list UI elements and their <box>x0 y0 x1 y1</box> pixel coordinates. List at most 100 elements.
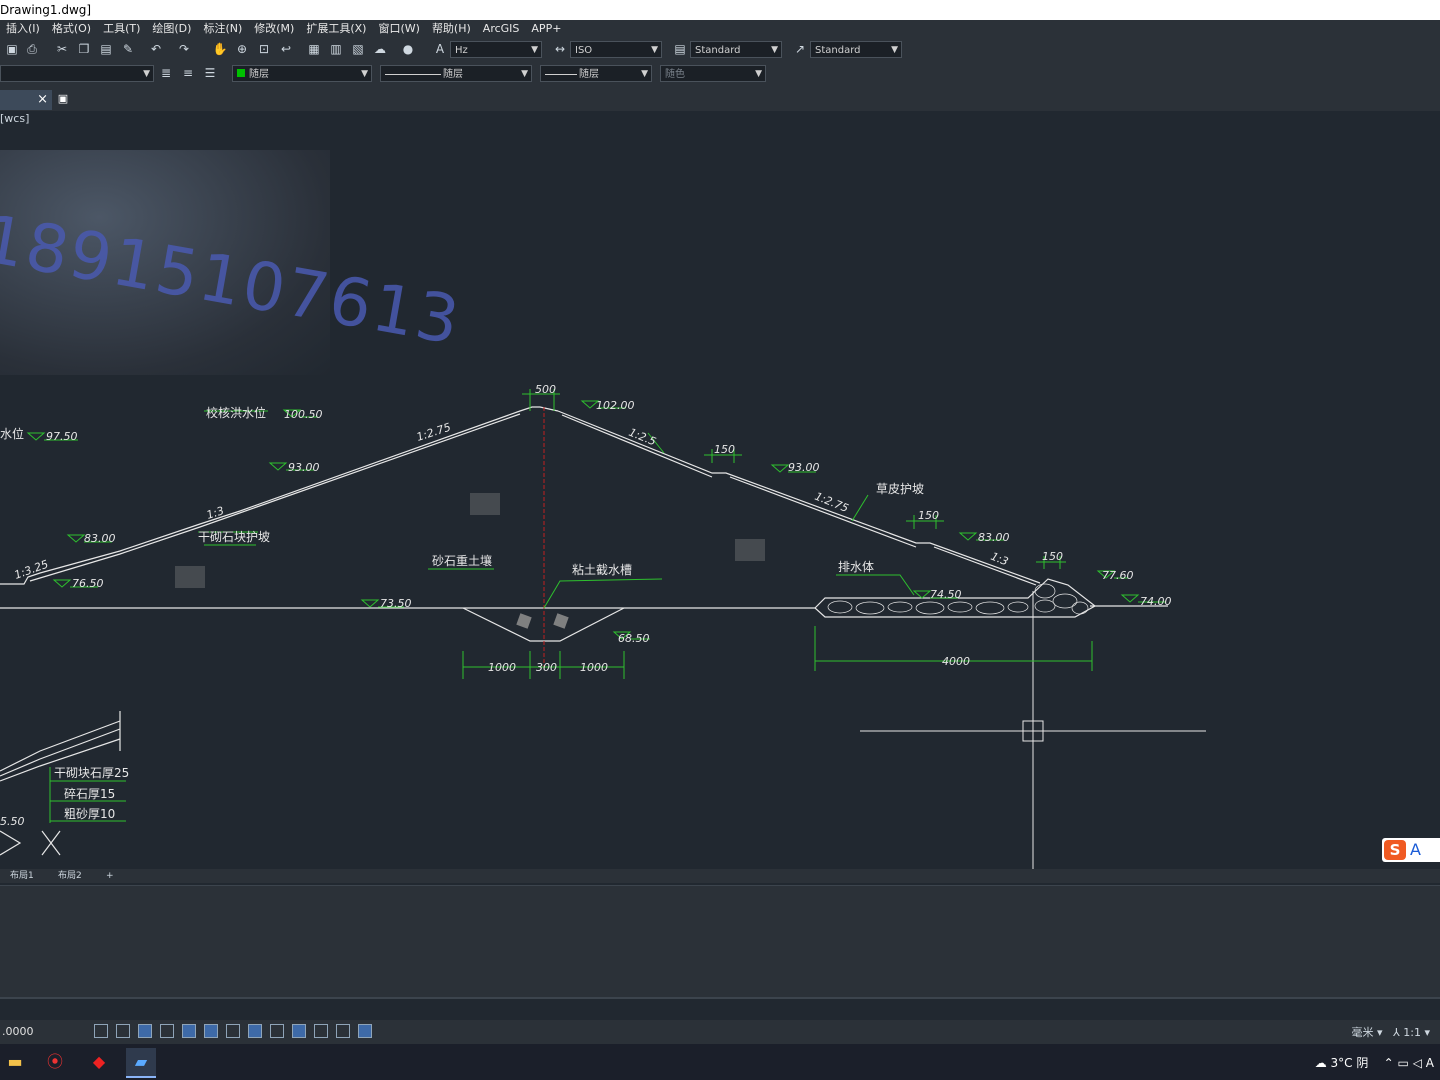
cut-icon[interactable]: ✂ <box>54 41 70 57</box>
dam-section-drawing[interactable]: 500 102.00 校核洪水位 100.50 水位 97.50 1:2.75 … <box>0 111 1440 869</box>
menu-dimension[interactable]: 标注(N) <box>197 20 248 38</box>
markup-icon[interactable]: ☁ <box>372 41 388 57</box>
text-style-icon: A <box>435 42 445 56</box>
label-drain-dim: 4000 <box>942 655 970 668</box>
ime-tray-label[interactable]: A <box>1426 1056 1434 1070</box>
menu-help[interactable]: 帮助(H) <box>426 20 477 38</box>
weather-readout[interactable]: 3°C 阴 <box>1331 1056 1369 1070</box>
chevron-down-icon: ▼ <box>143 69 150 79</box>
close-icon[interactable]: × <box>37 92 48 107</box>
core-hatch-2 <box>735 539 765 561</box>
layer-previous-icon[interactable]: ≣ <box>158 65 174 81</box>
layer-properties-icon[interactable]: ☰ <box>202 65 218 81</box>
menu-app[interactable]: APP+ <box>525 20 567 38</box>
file-explorer-icon[interactable]: ▬ <box>0 1048 30 1076</box>
label-layer1: 干砌块石厚25 <box>54 766 129 780</box>
label-berm3: 150 <box>1042 550 1063 563</box>
table-style-combo[interactable]: Standard ▼ <box>690 41 782 58</box>
label-down-elev1: 93.00 <box>788 461 820 474</box>
polar-toggle-icon[interactable] <box>160 1024 174 1038</box>
label-crest-elev: 102.00 <box>596 399 635 412</box>
core-hatch-1 <box>470 493 500 515</box>
tool-palette-icon[interactable]: ▧ <box>350 41 366 57</box>
plot-style-combo[interactable]: 随色 ▼ <box>660 65 766 82</box>
selection-cycle-icon[interactable] <box>336 1024 350 1038</box>
grid-toggle-icon[interactable] <box>94 1024 108 1038</box>
cloud-icon: ☁ <box>1314 1056 1327 1070</box>
workspace-icon[interactable] <box>358 1024 372 1038</box>
volume-icon[interactable]: ◁ <box>1413 1056 1422 1070</box>
zoom-realtime-icon[interactable]: ⊕ <box>234 41 250 57</box>
properties-icon[interactable]: ▦ <box>306 41 322 57</box>
label-cutoff: 粘土截水槽 <box>572 562 632 577</box>
label-cutoff-elev: 68.50 <box>618 632 650 645</box>
copy-icon[interactable]: ❐ <box>76 41 92 57</box>
transparency-toggle-icon[interactable] <box>292 1024 306 1038</box>
chevron-down-icon: ▼ <box>771 45 778 55</box>
pan-icon[interactable]: ✋ <box>212 41 228 57</box>
new-tab-icon[interactable]: ▣ <box>54 92 72 108</box>
snap-toggle-icon[interactable] <box>116 1024 130 1038</box>
zoom-previous-icon[interactable]: ↩ <box>278 41 294 57</box>
pdf-reader-icon[interactable]: ◆ <box>84 1048 114 1076</box>
label-layer2: 碎石厚15 <box>64 786 115 801</box>
zoom-window-icon[interactable]: ⊡ <box>256 41 272 57</box>
print-icon[interactable]: ⎙ <box>24 41 40 57</box>
chevron-down-icon: ▼ <box>891 45 898 55</box>
help-globe-icon[interactable]: ● <box>400 41 416 57</box>
lineweight-toggle-icon[interactable] <box>270 1024 284 1038</box>
multileader-style-combo[interactable]: Standard ▼ <box>810 41 902 58</box>
osnap-toggle-icon[interactable] <box>182 1024 196 1038</box>
redo-icon[interactable]: ↷ <box>176 41 192 57</box>
lineweight-combo[interactable]: 随层 ▼ <box>540 65 652 82</box>
menu-draw[interactable]: 绘图(D) <box>146 20 197 38</box>
tab-layout2[interactable]: 布局2 <box>58 869 82 883</box>
command-line-area[interactable] <box>0 885 1440 998</box>
status-bar: .0000 毫米 ▾ ⅄ 1:1 ▾ <box>0 1020 1440 1044</box>
title-bar: Drawing1.dwg] <box>0 0 1440 20</box>
layers-toolbar: ▼ ≣ ≡ ☰ 随层 ▼ 随层 ▼ 随层 ▼ 随色 ▼ <box>0 62 1440 87</box>
menu-modify[interactable]: 修改(M) <box>248 20 300 38</box>
undo-icon[interactable]: ↶ <box>148 41 164 57</box>
paste-icon[interactable]: ▤ <box>98 41 114 57</box>
ime-mode-label: A <box>1410 840 1421 859</box>
menu-format[interactable]: 格式(O) <box>46 20 97 38</box>
menu-ext-tools[interactable]: 扩展工具(X) <box>300 20 372 38</box>
menu-window[interactable]: 窗口(W) <box>372 20 425 38</box>
label-berm1: 150 <box>714 443 735 456</box>
dim-style-combo[interactable]: ISO ▼ <box>570 41 662 58</box>
label-down-elev2: 83.00 <box>978 531 1010 544</box>
label-up-slope3: 1:3.25 <box>13 558 51 582</box>
linetype-combo[interactable]: 随层 ▼ <box>380 65 532 82</box>
menu-tools[interactable]: 工具(T) <box>97 20 146 38</box>
screen-recorder-icon[interactable]: ⦿ <box>40 1048 70 1076</box>
otrack-toggle-icon[interactable] <box>204 1024 218 1038</box>
label-berm2: 150 <box>918 509 939 522</box>
tab-layout1[interactable]: 布局1 <box>10 869 34 883</box>
design-center-icon[interactable]: ▥ <box>328 41 344 57</box>
document-tab-drawing1[interactable]: × <box>0 90 52 110</box>
layout-tabs: 布局1 布局2 + <box>0 869 1440 883</box>
ortho-toggle-icon[interactable] <box>138 1024 152 1038</box>
menu-insert[interactable]: 插入(I) <box>0 20 46 38</box>
layer-states-icon[interactable]: ≡ <box>180 65 196 81</box>
text-style-combo[interactable]: Hz ▼ <box>450 41 542 58</box>
zoom-extents-icon[interactable]: ▣ <box>4 41 20 57</box>
menu-arcgis[interactable]: ArcGIS <box>477 20 526 38</box>
label-water-level: 水位 <box>0 426 24 441</box>
sogou-ime-indicator[interactable]: S A <box>1382 838 1440 862</box>
color-combo[interactable]: 随层 ▼ <box>232 65 372 82</box>
cutoff-block-1 <box>516 613 532 629</box>
add-layout-button[interactable]: + <box>106 869 114 883</box>
network-icon[interactable]: ▭ <box>1398 1056 1409 1070</box>
cad-app-icon[interactable]: ▰ <box>126 1048 156 1078</box>
chevron-down-icon: ▼ <box>651 45 658 55</box>
ducs-toggle-icon[interactable] <box>226 1024 240 1038</box>
layer-combo[interactable]: ▼ <box>0 65 154 82</box>
quick-properties-icon[interactable] <box>314 1024 328 1038</box>
chevron-up-icon[interactable]: ⌃ <box>1384 1056 1394 1070</box>
dyn-toggle-icon[interactable] <box>248 1024 262 1038</box>
units-scale[interactable]: 毫米 ▾ ⅄ 1:1 ▾ <box>1352 1024 1430 1040</box>
match-properties-icon[interactable]: ✎ <box>120 41 136 57</box>
table-style-icon: ▤ <box>674 42 686 56</box>
